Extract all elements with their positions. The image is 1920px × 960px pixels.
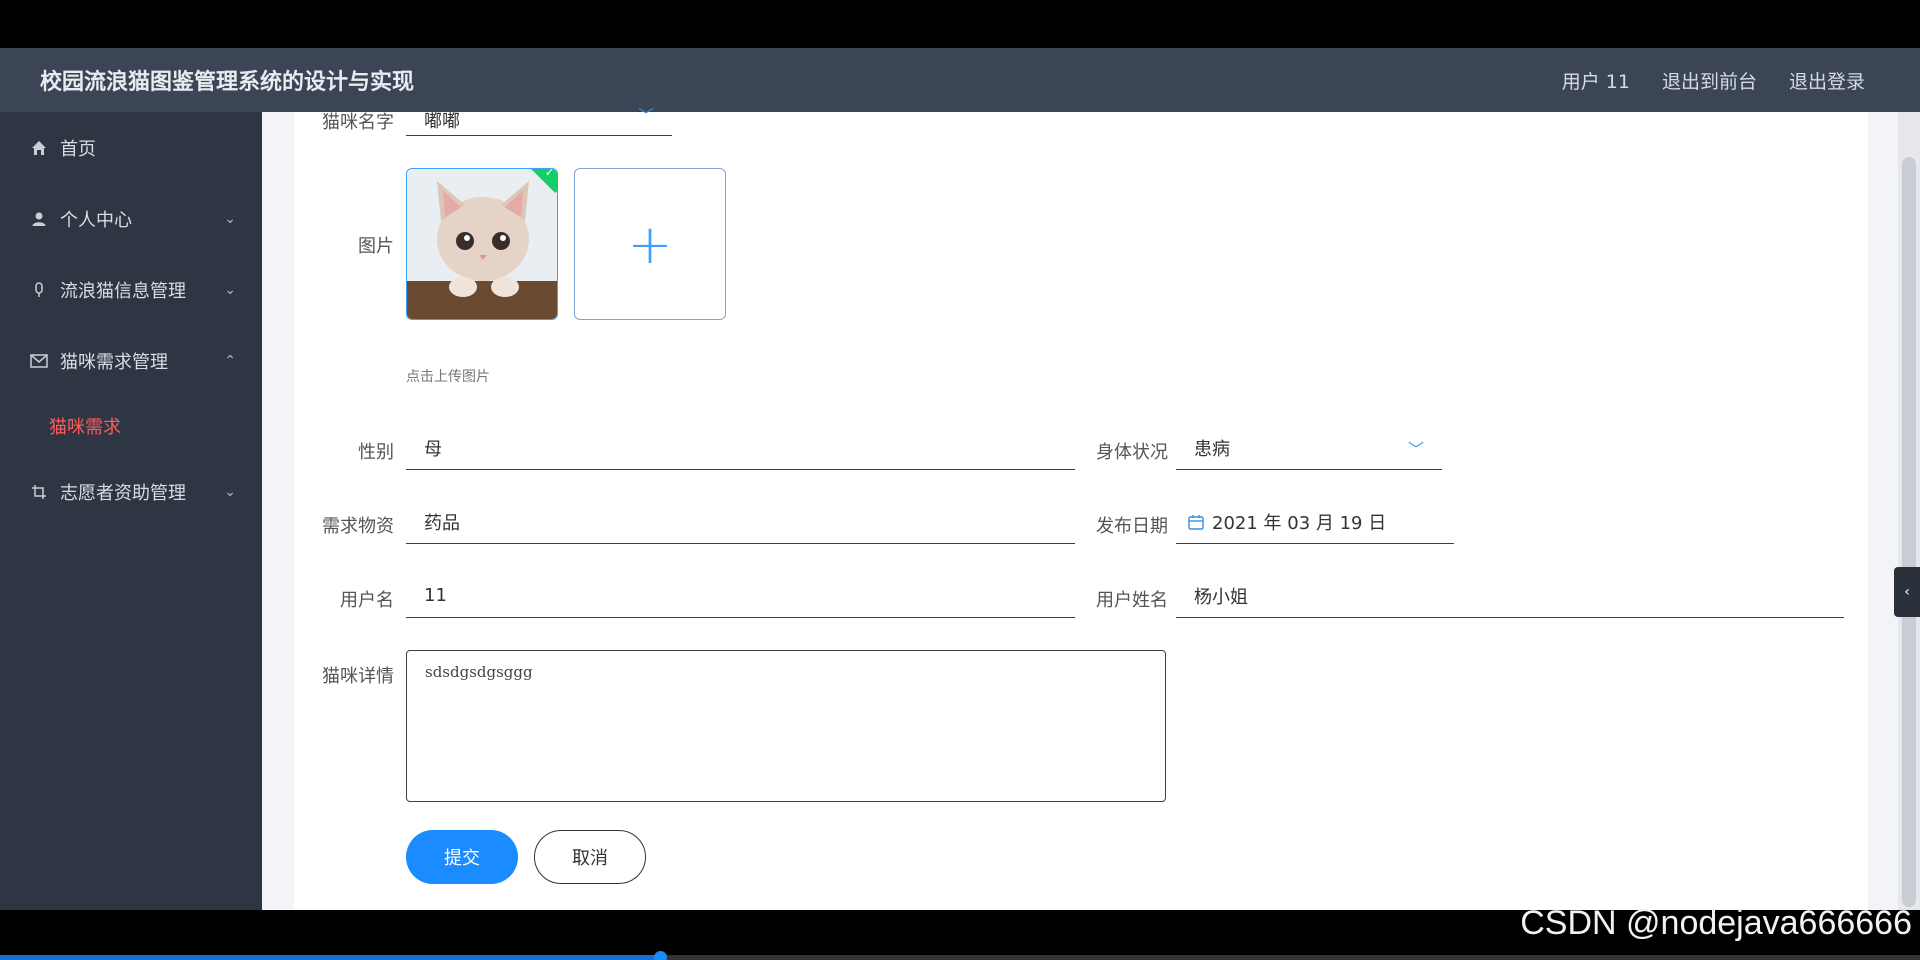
home-icon xyxy=(30,139,48,157)
upload-image-button[interactable]: + xyxy=(574,168,726,320)
form-card: 猫咪名字 嘟嘟 ﹀ 图片 ✓ + 点击上传图片 性别 母 身体状况 患病 ﹀ 需… xyxy=(294,106,1868,910)
username-label: 用户名 xyxy=(340,590,394,611)
sidebar-item-cat-needs[interactable]: 猫咪需求管理 ⌃ xyxy=(0,325,262,396)
details-textarea[interactable]: sdsdgsdgsggg xyxy=(406,650,1166,802)
video-progress-bar[interactable] xyxy=(0,951,1920,960)
user-icon xyxy=(30,210,48,228)
health-value: 患病 xyxy=(1194,438,1230,460)
publish-date-value: 2021 年 03 月 19 日 xyxy=(1212,512,1387,534)
username-input[interactable]: 11 xyxy=(406,574,1075,618)
sidebar-item-label: 志愿者资助管理 xyxy=(60,482,186,504)
sidebar-item-label: 猫咪需求管理 xyxy=(60,351,168,373)
need-items-label: 需求物资 xyxy=(322,516,394,537)
sidebar-item-personal-center[interactable]: 个人中心 ⌄ xyxy=(0,183,262,254)
publish-date-picker[interactable]: 2021 年 03 月 19 日 xyxy=(1176,500,1454,544)
chevron-up-icon: ⌃ xyxy=(224,352,236,369)
cat-name-value: 嘟嘟 xyxy=(424,110,460,132)
chevron-down-icon: ⌄ xyxy=(224,483,236,500)
header-links: 用户 11 退出到前台 退出登录 xyxy=(1562,67,1880,94)
sidebar-subitem-cat-needs[interactable]: 猫咪需求 xyxy=(0,396,262,456)
cancel-button[interactable]: 取消 xyxy=(534,830,646,884)
chevron-down-icon: ﹀ xyxy=(1407,439,1424,459)
cat-name-label: 猫咪名字 xyxy=(322,112,394,133)
chevron-left-icon: ‹ xyxy=(1904,584,1910,600)
mic-icon xyxy=(30,281,48,299)
exit-frontend-link[interactable]: 退出到前台 xyxy=(1662,67,1757,94)
uploaded-cat-image[interactable]: ✓ xyxy=(406,168,558,320)
chevron-down-icon: ⌄ xyxy=(224,210,236,227)
scrollbar-thumb[interactable] xyxy=(1902,157,1916,907)
watermark: CSDN @nodejava666666 xyxy=(1520,904,1912,942)
sidebar-item-label: 流浪猫信息管理 xyxy=(60,280,186,302)
submit-button[interactable]: 提交 xyxy=(406,830,518,884)
collapse-panel-tab[interactable]: ‹ xyxy=(1894,567,1920,617)
details-label: 猫咪详情 xyxy=(322,666,394,687)
upload-hint: 点击上传图片 xyxy=(406,369,490,385)
gender-input[interactable]: 母 xyxy=(406,426,1075,470)
plus-icon: + xyxy=(627,212,673,276)
sidebar-item-volunteer-funding[interactable]: 志愿者资助管理 ⌄ xyxy=(0,456,262,527)
sidebar-item-cat-info[interactable]: 流浪猫信息管理 ⌄ xyxy=(0,254,262,325)
sidebar-item-label: 个人中心 xyxy=(60,209,132,231)
cat-name-select[interactable]: 嘟嘟 ﹀ xyxy=(406,92,672,136)
calendar-icon xyxy=(1188,514,1204,530)
chevron-down-icon: ⌄ xyxy=(224,281,236,298)
gender-label: 性别 xyxy=(358,442,394,463)
app-title: 校园流浪猫图鉴管理系统的设计与实现 xyxy=(40,70,415,95)
need-items-input[interactable]: 药品 xyxy=(406,500,1075,544)
publish-date-label: 发布日期 xyxy=(1096,516,1168,537)
logout-link[interactable]: 退出登录 xyxy=(1789,67,1865,94)
vertical-scrollbar[interactable] xyxy=(1898,112,1920,910)
sidebar-item-label: 首页 xyxy=(60,138,96,160)
sidebar-item-home[interactable]: 首页 xyxy=(0,112,262,183)
envelope-icon xyxy=(30,352,48,370)
video-progress-fill xyxy=(0,955,661,960)
user-name-link[interactable]: 用户 11 xyxy=(1562,67,1630,94)
real-name-label: 用户姓名 xyxy=(1096,590,1168,611)
app-header: 校园流浪猫图鉴管理系统的设计与实现 用户 11 退出到前台 退出登录 xyxy=(0,48,1920,112)
check-icon: ✓ xyxy=(544,168,555,179)
crop-icon xyxy=(30,483,48,501)
health-label: 身体状况 xyxy=(1096,442,1168,463)
image-label: 图片 xyxy=(358,236,394,257)
chevron-down-icon: ﹀ xyxy=(637,106,654,125)
main-content: 猫咪名字 嘟嘟 ﹀ 图片 ✓ + 点击上传图片 性别 母 身体状况 患病 ﹀ 需… xyxy=(262,106,1920,910)
real-name-input[interactable]: 杨小姐 xyxy=(1176,574,1844,618)
kitten-photo xyxy=(407,169,557,319)
sidebar: 首页 个人中心 ⌄ 流浪猫信息管理 ⌄ 猫咪需求管理 ⌃ 猫咪需求 志愿者资助管… xyxy=(0,112,262,910)
video-top-bar xyxy=(0,0,1920,48)
health-select[interactable]: 患病 ﹀ xyxy=(1176,426,1442,470)
